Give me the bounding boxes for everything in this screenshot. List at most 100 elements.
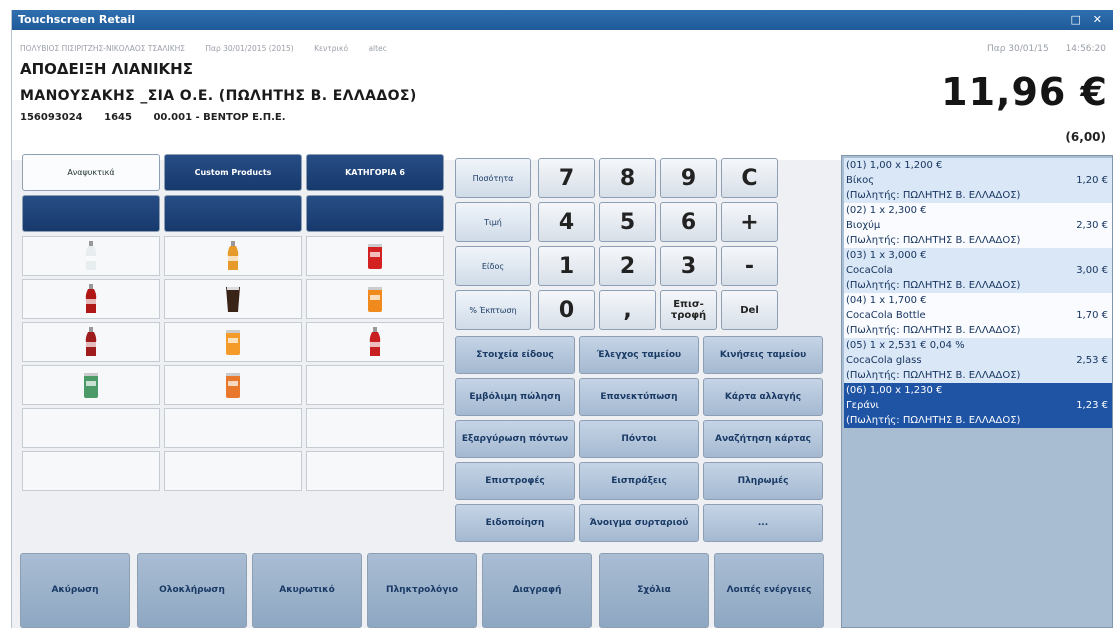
receipt-line-seller[interactable]: (Πωλητής: ΠΩΛΗΤΗΣ Β. ΕΛΛΑΔΟΣ) [844, 233, 1112, 248]
keypad-key[interactable]: 3 [660, 246, 717, 286]
receipt-line-header[interactable]: (03) 1 x 3,000 € [844, 248, 1112, 263]
product-button[interactable] [306, 236, 444, 276]
function-button[interactable]: Πληρωμές [703, 462, 823, 500]
cola-bottle-icon [83, 326, 99, 358]
fanta-can-icon [223, 327, 243, 357]
product-button[interactable] [306, 279, 444, 319]
category-button-empty[interactable] [22, 195, 160, 232]
product-button-empty[interactable] [164, 451, 302, 491]
product-button[interactable] [22, 322, 160, 362]
bottom-action-button[interactable]: Ακυρωτικό [252, 553, 362, 628]
function-button[interactable]: Αναζήτηση κάρτας [703, 420, 823, 458]
receipt-line-seller[interactable]: (Πωλητής: ΠΩΛΗΤΗΣ Β. ΕΛΛΑΔΟΣ) [844, 278, 1112, 293]
product-button[interactable] [22, 365, 160, 405]
receipt-line-header[interactable]: (05) 1 x 2,531 € 0,04 % [844, 338, 1112, 353]
product-button-empty[interactable] [306, 365, 444, 405]
keypad-key[interactable]: - [721, 246, 778, 286]
keypad-key[interactable]: 1 [538, 246, 595, 286]
product-button-empty[interactable] [306, 451, 444, 491]
keypad-key[interactable]: 7 [538, 158, 595, 198]
datetime: Παρ 30/01/15 14:56:20 [973, 44, 1106, 54]
bottom-action-button[interactable]: Σχόλια [599, 553, 709, 628]
keypad-key[interactable]: Del [721, 290, 778, 330]
product-button-empty[interactable] [22, 408, 160, 448]
codes-line: 156093024 1645 00.001 - ΒΕΝΤΟΡ Ε.Π.Ε. [20, 112, 304, 123]
keypad-side-button[interactable]: % Έκπτωση [455, 290, 531, 330]
keypad-key[interactable]: 8 [599, 158, 656, 198]
category-button-empty[interactable] [306, 195, 444, 232]
keypad-key[interactable]: + [721, 202, 778, 242]
keypad-side-button[interactable]: Ποσότητα [455, 158, 531, 198]
receipt-text: (01) 1,00 x 1,200 € [846, 160, 943, 171]
receipt-line-item[interactable]: CocaCola Bottle 1,70 € [844, 308, 1112, 323]
receipt-text: (Πωλητής: ΠΩΛΗΤΗΣ Β. ΕΛΛΑΔΟΣ) [846, 370, 1021, 381]
receipt-line-item[interactable]: CocaCola 3,00 € [844, 263, 1112, 278]
function-button[interactable]: Κινήσεις ταμείου [703, 336, 823, 374]
receipt-line-seller[interactable]: (Πωλητής: ΠΩΛΗΤΗΣ Β. ΕΛΛΑΔΟΣ) [844, 413, 1112, 428]
bottom-action-button[interactable]: Ολοκλήρωση [137, 553, 247, 628]
receipt-line-header[interactable]: (02) 1 x 2,300 € [844, 203, 1112, 218]
function-button[interactable]: ... [703, 504, 823, 542]
function-button[interactable]: Εισπράξεις [579, 462, 699, 500]
receipt-text: Βιοχύμ [846, 220, 881, 231]
bottom-action-button[interactable]: Ακύρωση [20, 553, 130, 628]
function-button[interactable]: Επιστροφές [455, 462, 575, 500]
receipt-line-seller[interactable]: (Πωλητής: ΠΩΛΗΤΗΣ Β. ΕΛΛΑΔΟΣ) [844, 368, 1112, 383]
product-button[interactable] [22, 236, 160, 276]
function-button[interactable]: Επανεκτύπωση [579, 378, 699, 416]
keypad-key[interactable]: 5 [599, 202, 656, 242]
product-button[interactable] [164, 365, 302, 405]
function-button[interactable]: Πόντοι [579, 420, 699, 458]
bottom-action-button[interactable]: Διαγραφή [482, 553, 592, 628]
function-button[interactable]: Στοιχεία είδους [455, 336, 575, 374]
keypad-key[interactable]: , [599, 290, 656, 330]
fanta-cup-icon [223, 370, 243, 400]
cola-glass-icon [223, 285, 243, 313]
receipt-amount: 2,53 € [1076, 355, 1108, 366]
product-button[interactable] [164, 236, 302, 276]
branch-code: 00.001 - ΒΕΝΤΟΡ Ε.Π.Ε. [153, 112, 286, 123]
receipt-line-item[interactable]: CocaCola glass 2,53 € [844, 353, 1112, 368]
keypad-key[interactable]: 4 [538, 202, 595, 242]
receipt-line-seller[interactable]: (Πωλητής: ΠΩΛΗΤΗΣ Β. ΕΛΛΑΔΟΣ) [844, 188, 1112, 203]
product-button[interactable] [164, 279, 302, 319]
receipt-line-header[interactable]: (01) 1,00 x 1,200 € [844, 158, 1112, 173]
category-button[interactable]: ΚΑΤΗΓΟΡΙΑ 6 [306, 154, 444, 191]
bottom-action-button[interactable]: Πληκτρολόγιο [367, 553, 477, 628]
receipt-list[interactable]: (01) 1,00 x 1,200 € Βίκος 1,20 € (Πωλητής: … [841, 155, 1113, 628]
date: Παρ 30/01/15 [987, 44, 1049, 54]
keypad-key[interactable]: C [721, 158, 778, 198]
keypad-side-button[interactable]: Τιμή [455, 202, 531, 242]
category-button[interactable]: Custom Products [164, 154, 302, 191]
product-button[interactable] [306, 322, 444, 362]
receipt-line-header[interactable]: (06) 1,00 x 1,230 € [844, 383, 1112, 398]
receipt-line-item[interactable]: Γεράνι 1,23 € [844, 398, 1112, 413]
category-button[interactable]: Αναψυκτικά [22, 154, 160, 191]
window-title: Touchscreen Retail [18, 13, 136, 26]
product-button[interactable] [164, 322, 302, 362]
function-button[interactable]: Άνοιγμα συρταριού [579, 504, 699, 542]
keypad-key[interactable]: 0 [538, 290, 595, 330]
receipt-line-seller[interactable]: (Πωλητής: ΠΩΛΗΤΗΣ Β. ΕΛΛΑΔΟΣ) [844, 323, 1112, 338]
keypad-key[interactable]: 6 [660, 202, 717, 242]
keypad-key[interactable]: 2 [599, 246, 656, 286]
receipt-line-item[interactable]: Βιοχύμ 2,30 € [844, 218, 1112, 233]
product-button-empty[interactable] [164, 408, 302, 448]
keypad-key[interactable]: Επισ-τροφή [660, 290, 717, 330]
function-button[interactable]: Εξαργύρωση πόντων [455, 420, 575, 458]
category-button-empty[interactable] [164, 195, 302, 232]
receipt-text: CocaCola Bottle [846, 310, 926, 321]
product-button-empty[interactable] [306, 408, 444, 448]
receipt-line-item[interactable]: Βίκος 1,20 € [844, 173, 1112, 188]
keypad-key[interactable]: 9 [660, 158, 717, 198]
product-button[interactable] [22, 279, 160, 319]
receipt-line-header[interactable]: (04) 1 x 1,700 € [844, 293, 1112, 308]
product-button-empty[interactable] [22, 451, 160, 491]
window-controls[interactable]: □ ✕ [1071, 10, 1106, 30]
function-button[interactable]: Ειδοποίηση [455, 504, 575, 542]
function-button[interactable]: Εμβόλιμη πώληση [455, 378, 575, 416]
function-button[interactable]: Κάρτα αλλαγής [703, 378, 823, 416]
keypad-side-button[interactable]: Είδος [455, 246, 531, 286]
function-button[interactable]: Έλεγχος ταμείου [579, 336, 699, 374]
bottom-action-button[interactable]: Λοιπές ενέργειες [714, 553, 824, 628]
